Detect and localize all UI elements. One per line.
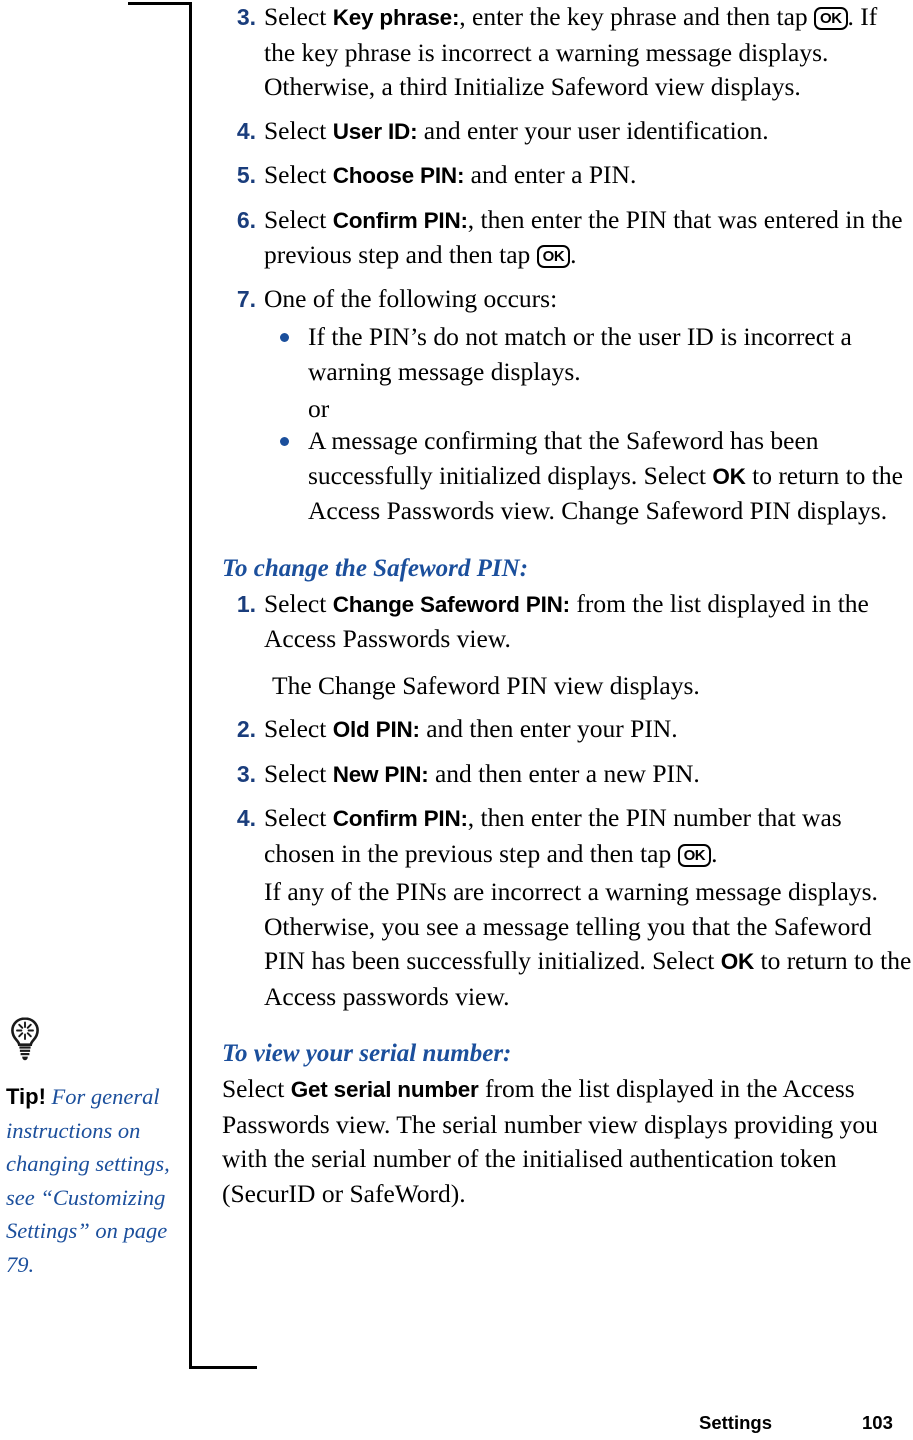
bullet-dot-icon xyxy=(280,437,289,446)
serial-number-paragraph: Select Get serial number from the list d… xyxy=(222,1074,878,1208)
step-followup-note: The Change Safeword PIN view displays. xyxy=(272,670,700,700)
list-item: A message confirming that the Safeword h… xyxy=(264,424,913,529)
list-item: If the PIN’s do not match or the user ID… xyxy=(264,320,913,389)
ui-label-reference: Confirm PIN: xyxy=(332,806,468,831)
step-number: 5. xyxy=(236,162,256,188)
numbered-step: 2. Select Old PIN: and then enter your PI… xyxy=(222,712,913,748)
step-text: Select Confirm PIN:, then enter the PIN … xyxy=(264,204,903,270)
sidebar-tip-callout: Tip! For general instructions on changin… xyxy=(6,1016,174,1281)
change-safeword-pin-step-list: 1. Select Change Safeword PIN: from the l… xyxy=(222,587,913,1015)
ui-label-reference: New PIN: xyxy=(332,761,429,787)
top-margin-rule xyxy=(128,2,192,5)
bullet-text: A message confirming that the Safeword h… xyxy=(308,426,903,525)
ui-label-reference: Get serial number xyxy=(290,1077,479,1102)
numbered-step: 7. One of the following occurs: If the PIN… xyxy=(222,282,913,529)
step-text: Select Key phrase:, enter the key phrase… xyxy=(264,2,878,101)
tip-text-block: Tip! For general instructions on changin… xyxy=(6,1080,174,1281)
lightbulb-icon xyxy=(11,1017,39,1061)
numbered-step: 3. Select Key phrase:, enter the key phra… xyxy=(222,0,913,105)
step-text: Select Confirm PIN:, then enter the PIN … xyxy=(264,803,842,868)
footer-section-label: Settings xyxy=(699,1412,772,1433)
footer-page-number: 103 xyxy=(862,1412,893,1433)
step-number: 4. xyxy=(236,117,256,144)
sidebar-vertical-rule xyxy=(189,2,192,1369)
ui-label-reference: OK xyxy=(720,949,755,974)
numbered-step: 1. Select Change Safeword PIN: from the l… xyxy=(222,587,913,704)
step-number: 4. xyxy=(236,805,256,831)
numbered-step: 5. Select Choose PIN: and enter a PIN. xyxy=(222,158,913,194)
ui-label-reference: OK xyxy=(712,463,746,489)
numbered-step: 3. Select New PIN: and then enter a new P… xyxy=(222,757,913,793)
step-text: Select User ID: and enter your user iden… xyxy=(264,115,769,145)
ui-label-reference: Old PIN: xyxy=(332,717,420,742)
ui-label-reference: Choose PIN: xyxy=(332,163,465,188)
ui-label-reference: Key phrase: xyxy=(332,5,460,30)
page-footer: Settings 103 xyxy=(0,1412,913,1440)
ui-label-reference: User ID: xyxy=(332,118,418,144)
step-text: One of the following occurs: xyxy=(264,283,558,313)
ui-label-reference: Confirm PIN: xyxy=(332,207,468,233)
bullet-text: If the PIN’s do not match or the user ID… xyxy=(308,322,852,386)
step-number: 1. xyxy=(236,590,256,617)
ok-key-icon: OK xyxy=(536,245,571,268)
step-text: Select New PIN: and then enter a new PIN… xyxy=(264,758,700,788)
step-number: 7. xyxy=(236,285,256,312)
step-number: 3. xyxy=(236,4,256,30)
bullet-dot-icon xyxy=(280,333,289,342)
initialize-safeword-step-list: 3. Select Key phrase:, enter the key phra… xyxy=(222,0,913,529)
ok-key-icon: OK xyxy=(814,7,848,30)
numbered-step: 4. Select User ID: and enter your user id… xyxy=(222,114,913,150)
step-followup-note: If any of the PINs are incorrect a warni… xyxy=(264,877,912,1011)
step-number: 3. xyxy=(236,760,256,787)
tip-label: Tip! xyxy=(6,1084,46,1109)
step-number: 2. xyxy=(236,716,256,742)
outcome-bullet-list: If the PIN’s do not match or the user ID… xyxy=(264,320,913,529)
ok-key-icon: OK xyxy=(677,843,712,867)
numbered-step: 6. Select Confirm PIN:, then enter the PI… xyxy=(222,203,913,273)
bottom-margin-rule xyxy=(189,1366,257,1369)
ui-label-reference: Change Safeword PIN: xyxy=(332,591,570,617)
or-separator: or xyxy=(308,394,330,423)
step-number: 6. xyxy=(236,206,256,233)
heading-view-serial-number: To view your serial number: xyxy=(222,1040,512,1067)
heading-change-safeword-pin: To change the Safeword PIN: xyxy=(222,554,529,582)
step-text: Select Choose PIN: and enter a PIN. xyxy=(264,160,637,189)
step-text: Select Old PIN: and then enter your PIN. xyxy=(264,714,678,743)
step-text: Select Change Safeword PIN: from the lis… xyxy=(264,588,869,654)
main-content: 3. Select Key phrase:, enter the key phra… xyxy=(222,0,913,1211)
tip-body: For general instructions on changing set… xyxy=(6,1084,170,1277)
numbered-step: 4. Select Confirm PIN:, then enter the PI… xyxy=(222,801,913,1014)
